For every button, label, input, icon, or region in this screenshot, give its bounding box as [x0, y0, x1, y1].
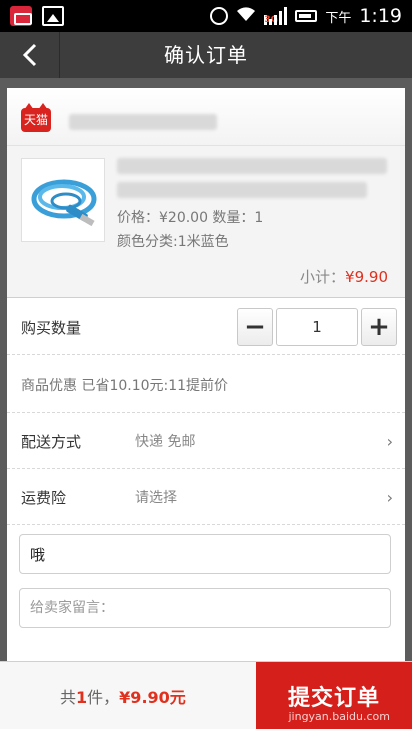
- total-prefix: 共: [60, 688, 77, 707]
- shipping-insurance-row[interactable]: 运费险 请选择 ›: [7, 469, 405, 525]
- insurance-label: 运费险: [21, 489, 67, 507]
- checkout-bar: 共1件，¥9.90元 提交订单 jingyan.baidu.com: [0, 661, 412, 729]
- promotion-text: 商品优惠 已省10.10元:11提前价: [21, 378, 229, 394]
- clock: 1:19: [359, 5, 402, 27]
- subtotal-value: ¥9.90: [345, 268, 388, 286]
- quantity-label: 购买数量: [21, 319, 82, 337]
- total-count: 1: [76, 688, 88, 707]
- chevron-right-icon: ›: [386, 488, 393, 507]
- color-variant-text: 颜色分类:1米蓝色: [117, 234, 229, 250]
- quantity-stepper: − +: [237, 308, 397, 346]
- quantity-row: 购买数量 − +: [7, 299, 405, 355]
- product-title-blurred-1: [117, 158, 387, 174]
- insurance-value: 请选择: [135, 490, 177, 506]
- quantity-input[interactable]: [276, 308, 358, 346]
- image-notification-icon: [42, 6, 64, 26]
- product-thumbnail: [21, 158, 105, 242]
- subtotal: 小计：¥9.90: [300, 266, 388, 287]
- back-button[interactable]: [0, 32, 60, 78]
- page-title: 确认订单: [164, 43, 248, 67]
- seller-message-input[interactable]: [19, 588, 391, 628]
- alarm-icon: [210, 7, 229, 25]
- battery-icon: [295, 10, 318, 22]
- tmall-logo-icon: 天猫: [21, 103, 51, 132]
- total-middle: 件，: [87, 688, 120, 707]
- order-total: 共1件，¥9.90元: [60, 684, 186, 708]
- decrease-button[interactable]: −: [237, 308, 273, 346]
- status-bar: 3G 下午 1:19: [0, 0, 412, 32]
- order-card: 天猫 价格：¥20.00 数量：1 颜色分类:1米蓝色 小计：¥9.90 购买数…: [7, 88, 405, 668]
- chevron-right-icon: ›: [386, 432, 393, 451]
- network-type: 3G: [264, 15, 278, 25]
- shipping-label: 配送方式: [21, 433, 82, 451]
- nav-bar: 确认订单: [0, 32, 412, 78]
- subtotal-label: 小计：: [300, 268, 346, 286]
- increase-button[interactable]: +: [361, 308, 397, 346]
- time-period: 下午: [325, 10, 352, 26]
- watermark: jingyan.baidu.com: [288, 710, 390, 723]
- wifi-icon: [236, 6, 256, 26]
- shop-name-blurred: [69, 114, 217, 130]
- product-title-blurred-2: [117, 182, 367, 198]
- shop-header[interactable]: 天猫: [7, 88, 405, 146]
- total-amount: ¥9.90元: [119, 688, 186, 707]
- signal-icon: 3G: [264, 7, 288, 25]
- shipping-method-row[interactable]: 配送方式 快递 免邮 ›: [7, 413, 405, 469]
- promotion-row: 商品优惠 已省10.10元:11提前价: [7, 355, 405, 413]
- app-notification-icon: [10, 6, 32, 26]
- shipping-value: 快递 免邮: [135, 434, 196, 450]
- buyer-input[interactable]: [19, 534, 391, 574]
- back-arrow-icon: [22, 43, 36, 67]
- price-quantity-text: 价格：¥20.00 数量：1: [117, 210, 264, 226]
